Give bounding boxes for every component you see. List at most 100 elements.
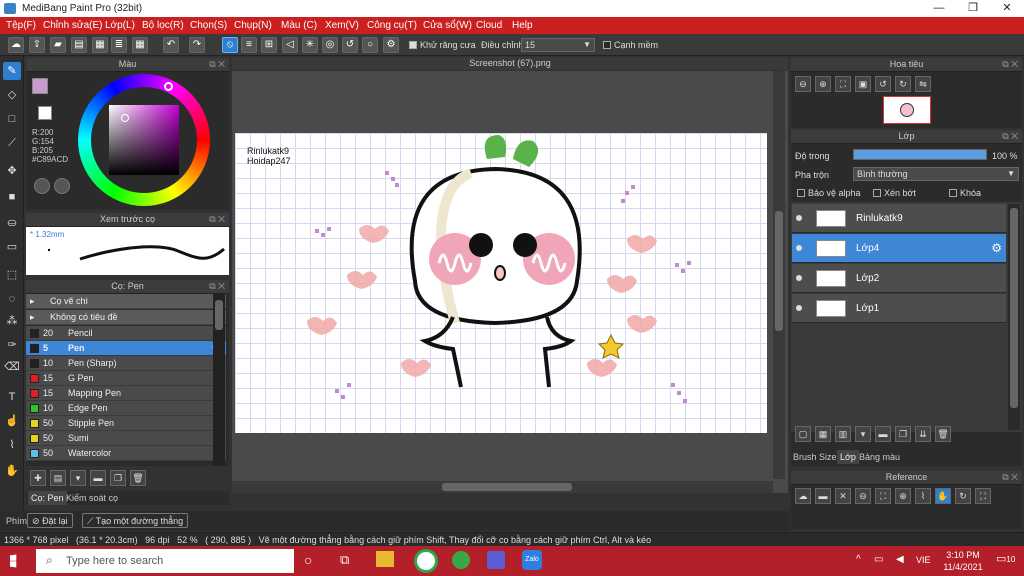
brush-item[interactable]: 50 Sumi	[26, 431, 226, 446]
navigator-thumbnail[interactable]	[883, 96, 931, 124]
zalo-icon[interactable]: Zalo	[522, 550, 542, 570]
brush-item[interactable]: 15 G Pen	[26, 371, 226, 386]
visibility-icon[interactable]	[796, 245, 802, 251]
tab-brush[interactable]: Cọ: Pen	[28, 491, 67, 505]
panel-options-icon[interactable]: ⧉ ✕	[209, 280, 225, 293]
new-layer-icon[interactable]: ▢	[795, 426, 811, 442]
open-folder-icon[interactable]: ▬	[815, 488, 831, 504]
circle-snap-icon[interactable]: ◎	[322, 37, 338, 53]
menu-edit[interactable]: Chỉnh sửa(E)	[43, 20, 103, 31]
eraser-tool-icon[interactable]: ◇	[3, 86, 21, 104]
protect-alpha-checkbox[interactable]: Bảo vệ alpha	[797, 188, 861, 198]
layer-row[interactable]: Lớp1	[792, 294, 1006, 323]
straight-line-button[interactable]: ⟋ Tạo một đường thẳng	[82, 513, 189, 528]
saturation-square[interactable]	[109, 105, 179, 175]
palette-alt-icon[interactable]	[54, 178, 70, 194]
brush-item[interactable]: 5Pen⚙	[26, 341, 226, 356]
brush-item[interactable]: 50 Stipple Pen	[26, 416, 226, 431]
chrome-icon[interactable]	[414, 549, 438, 573]
visibility-icon[interactable]	[796, 275, 802, 281]
move-tool-icon[interactable]: ✥	[3, 162, 21, 180]
teams-icon[interactable]	[487, 551, 505, 569]
rotate-left-icon[interactable]: ↺	[875, 76, 891, 92]
new-8bit-layer-icon[interactable]: ▥	[835, 426, 851, 442]
correction-select[interactable]: 15 ▼	[521, 38, 595, 52]
brush-tool-icon[interactable]: ✎	[3, 62, 21, 80]
blend-select[interactable]: Bình thường ▼	[853, 167, 1019, 181]
duplicate-icon[interactable]: ❐	[110, 470, 126, 486]
panel-options-icon[interactable]: ⧉ ✕	[1002, 471, 1018, 484]
layer-row[interactable]: Rinlukatk9	[792, 204, 1006, 233]
tab-layers[interactable]: Lớp	[837, 450, 859, 464]
curve-snap-icon[interactable]: ↺	[342, 37, 358, 53]
text-tool-icon[interactable]: T	[3, 388, 21, 406]
menu-capture[interactable]: Chụp(N)	[234, 20, 272, 31]
vanishing-snap-icon[interactable]: ◁	[282, 37, 298, 53]
hand-tool-icon[interactable]: ✋	[3, 462, 21, 480]
hand-icon[interactable]: ✋	[935, 488, 951, 504]
brush-item[interactable]: 10 Pen (Sharp)	[26, 356, 226, 371]
delete-layer-icon[interactable]: 🗑	[935, 426, 951, 442]
upload-icon[interactable]: ⇪	[29, 37, 45, 53]
hue-picker-handle[interactable]	[164, 82, 173, 91]
palette-icon[interactable]	[34, 178, 50, 194]
brush-item[interactable]: 20 Pencil	[26, 326, 226, 341]
layer-row[interactable]: Lớp4 ⚙	[792, 234, 1006, 263]
panel-options-icon[interactable]: ⧉ ✕	[209, 58, 225, 71]
brush-item[interactable]: 50 Watercolor	[26, 446, 226, 461]
cloud-upload-icon[interactable]: ☁	[795, 488, 811, 504]
new-halftone-layer-icon[interactable]: ▦	[815, 426, 831, 442]
brush-group-pencils[interactable]: ▸ Cọ vẽ chì	[26, 294, 226, 309]
grid-icon[interactable]: ▦	[132, 37, 148, 53]
fill-rect-tool-icon[interactable]: ■	[3, 188, 21, 206]
antialias-checkbox[interactable]: Khử răng cưa	[409, 40, 476, 50]
menu-layer[interactable]: Lớp(L)	[105, 20, 135, 31]
list-icon[interactable]: ≣	[111, 37, 127, 53]
rotate-right-icon[interactable]: ↻	[895, 76, 911, 92]
parallel-snap-icon[interactable]: ≡	[241, 37, 257, 53]
radial-snap-icon[interactable]: ✳	[302, 37, 318, 53]
menu-color[interactable]: Màu (C)	[281, 20, 317, 31]
comment-icon[interactable]: ▰	[50, 37, 66, 53]
rectangle-tool-icon[interactable]: □	[3, 110, 21, 128]
notification-icon[interactable]: ▭10	[996, 552, 1015, 565]
network-icon[interactable]: ▭	[874, 554, 883, 565]
color-picker-handle[interactable]	[121, 114, 129, 122]
menu-window[interactable]: Cửa sổ(W)	[423, 20, 472, 31]
rotate-icon[interactable]: ↻	[955, 488, 971, 504]
ellipse-snap-icon[interactable]: ○	[362, 37, 378, 53]
brush-settings-icon[interactable]: ▤	[50, 470, 66, 486]
actual-size-icon[interactable]: ▣	[855, 76, 871, 92]
select-rect-tool-icon[interactable]: ⬚	[3, 266, 21, 284]
select-pen-tool-icon[interactable]: ✑	[3, 336, 21, 354]
tab-brush-control[interactable]: Kiểm soát cọ	[66, 493, 118, 503]
eyedropper-tool-icon[interactable]: ⌇	[3, 436, 21, 454]
task-view-icon[interactable]: ⧉	[340, 552, 349, 568]
folder-icon[interactable]: ▬	[90, 470, 106, 486]
trash-icon[interactable]: 🗑	[130, 470, 146, 486]
snap-off-icon[interactable]: ⦸	[222, 37, 238, 53]
canvas-tab[interactable]: Screenshot (67).png	[232, 57, 788, 70]
canvas-hscrollbar[interactable]	[232, 481, 773, 493]
panel-options-icon[interactable]: ⧉ ✕	[209, 213, 225, 226]
windows-start-icon[interactable]	[10, 554, 17, 568]
fit-icon[interactable]: ⛶	[835, 76, 851, 92]
layer-list-scrollbar[interactable]	[1008, 204, 1020, 430]
zoom-in-icon[interactable]: ⊕	[815, 76, 831, 92]
secondary-color-swatch[interactable]	[38, 106, 52, 120]
cloud-icon[interactable]: ☁	[8, 37, 24, 53]
lock-checkbox[interactable]: Khóa	[949, 188, 981, 198]
document-icon[interactable]: ▦	[92, 37, 108, 53]
panel-options-icon[interactable]: ⧉ ✕	[1002, 58, 1018, 71]
merge-layer-icon[interactable]: ⇊	[915, 426, 931, 442]
tab-color-palette[interactable]: Bảng màu	[859, 452, 900, 462]
language-indicator[interactable]: VIE	[916, 555, 931, 565]
panel-options-icon[interactable]: ⧉ ✕	[1002, 130, 1018, 143]
menu-tools[interactable]: Công cụ(T)	[367, 20, 417, 31]
lasso-tool-icon[interactable]: ◌	[3, 290, 21, 308]
folder-icon[interactable]: ▬	[875, 426, 891, 442]
eyedropper-icon[interactable]: ⌇	[915, 488, 931, 504]
canvas-viewport[interactable]: Rinlukatk9 Hoidap247	[232, 71, 788, 493]
maximize-button[interactable]: ❐	[956, 0, 990, 17]
duplicate-layer-icon[interactable]: ❐	[895, 426, 911, 442]
